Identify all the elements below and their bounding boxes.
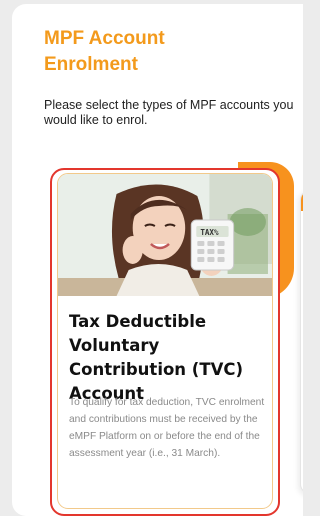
woman-with-calculator-illustration: TAX% <box>58 174 272 296</box>
woman-with-calculator-photo: TAX% <box>58 174 272 296</box>
enrolment-panel: MPF Account Enrolment Please select the … <box>12 4 303 516</box>
tvc-account-card[interactable]: TAX% Tax Deductible Voluntary Contributi… <box>50 168 280 516</box>
next-card-accent <box>301 191 303 211</box>
next-account-card[interactable] <box>300 190 303 494</box>
page-subtitle: Please select the types of MPF accounts … <box>44 98 294 127</box>
page-title: MPF Account Enrolment <box>44 28 165 75</box>
card-title: Tax Deductible Voluntary Contribution (T… <box>69 312 244 403</box>
calculator-display-text: TAX% <box>200 228 219 237</box>
card-content: TAX% Tax Deductible Voluntary Contributi… <box>57 173 273 509</box>
card-description: To qualify for tax deduction, TVC enrolm… <box>69 397 265 459</box>
